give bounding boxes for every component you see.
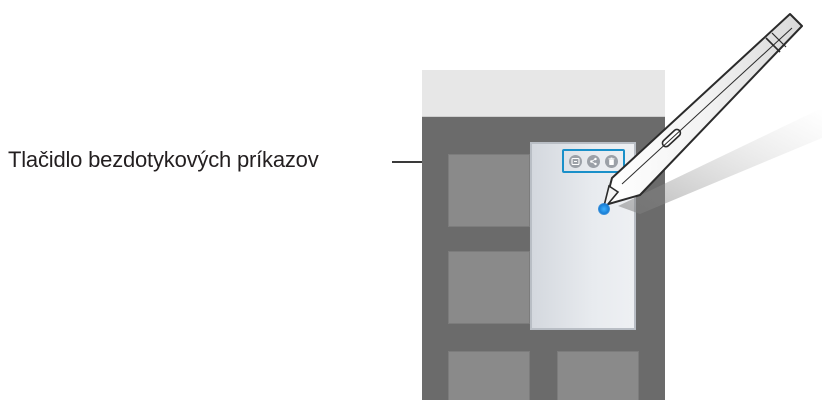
collapse-icon[interactable]: [569, 154, 583, 168]
app-tile[interactable]: [448, 251, 530, 324]
app-tile[interactable]: [448, 351, 530, 400]
pen-tip-pointer: [598, 203, 610, 215]
delete-icon[interactable]: [604, 154, 618, 168]
share-icon[interactable]: [586, 154, 600, 168]
pen-band: [765, 37, 781, 53]
app-header-bar: [422, 70, 665, 117]
app-tile[interactable]: [448, 154, 530, 227]
air-command-toolbar: [562, 149, 625, 173]
app-tile[interactable]: [557, 351, 639, 400]
pen-band: [771, 32, 787, 48]
s-pen-illustration: [602, 13, 822, 214]
air-command-callout-label: Tlačidlo bezdotykových príkazov: [8, 147, 319, 172]
illustration: Tlačidlo bezdotykových príkazov: [0, 0, 822, 400]
